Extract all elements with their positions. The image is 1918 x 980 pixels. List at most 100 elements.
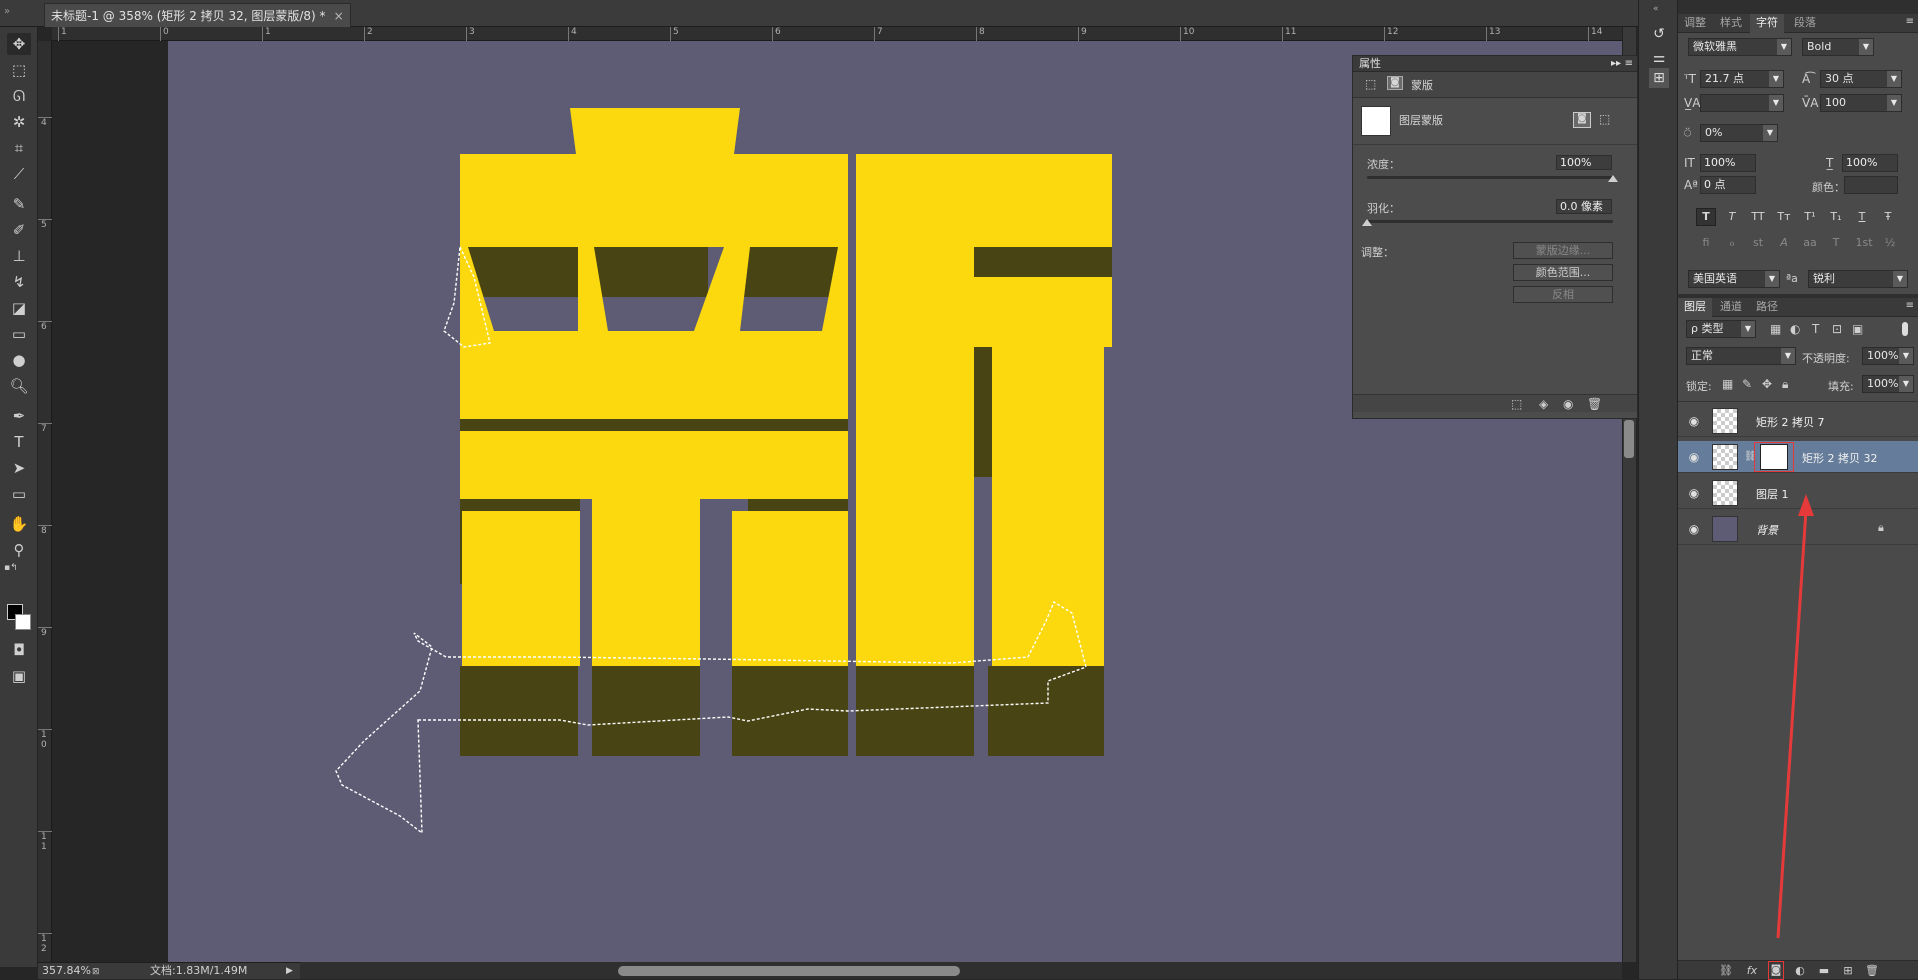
select-vector-mask-icon[interactable]: ⬚ [1599, 112, 1610, 126]
ruler-tick-label: 4 [568, 27, 577, 41]
eraser-tool-icon[interactable]: ◪ [7, 297, 31, 319]
properties-header: 属性 ▸▸ ≡ [1353, 56, 1637, 72]
density-slider-knob[interactable] [1608, 175, 1618, 182]
delete-mask-icon[interactable]: 🗑︎ [1587, 397, 1602, 411]
trash-icon[interactable]: 🗑︎ [1864, 963, 1880, 978]
ruler-tick-label: 3 [466, 27, 475, 41]
ruler-tick-label: 8 [38, 525, 52, 536]
close-tab-icon[interactable]: × [334, 9, 344, 23]
mask-info-row: 图层蒙版 ◙ ⬚ [1359, 102, 1631, 144]
dodge-tool-icon[interactable]: 🔍︎ [7, 375, 31, 397]
gradient-tool-icon[interactable]: ▭ [7, 323, 31, 345]
default-colors-icon[interactable]: ▪↰ [4, 563, 18, 573]
feather-slider-knob[interactable] [1362, 219, 1372, 226]
panel-menu-icon[interactable]: ≡ [1625, 56, 1633, 71]
link-icon[interactable]: ⛓ [1718, 963, 1734, 978]
properties-footer: ⬚ ◈ ◉ 🗑︎ [1353, 394, 1637, 412]
document-info: 文档:1.83M/1.49M [150, 964, 248, 977]
brush-tool-icon[interactable]: ✐ [7, 219, 31, 241]
history-brush-tool-icon[interactable]: ↯ [7, 271, 31, 293]
mask-type-label: 蒙版 [1411, 79, 1433, 92]
color-range-button[interactable]: 颜色范围... [1513, 264, 1613, 281]
ruler-tick-label: 7 [874, 27, 883, 41]
mask-edge-button[interactable]: 蒙版边缘... [1513, 242, 1613, 259]
clone-stamp-tool-icon[interactable]: ⊥ [7, 245, 31, 267]
annotation-arrow [1776, 494, 1814, 939]
mask-label: 图层蒙版 [1399, 114, 1443, 127]
invert-button[interactable]: 反相 [1513, 286, 1613, 303]
ruler-tick-label: 1 1 [38, 831, 52, 852]
rectangle-tool-icon[interactable]: ▭ [7, 483, 31, 505]
feather-label: 羽化： [1367, 202, 1400, 215]
visibility-toggle-icon[interactable]: ◉ [1563, 397, 1573, 411]
ruler-tick-label: 13 [1486, 27, 1500, 41]
load-selection-icon[interactable]: ⬚ [1511, 397, 1522, 411]
ruler-tick-label: 12 [1384, 27, 1398, 41]
zoom-level[interactable]: 357.84% [42, 963, 91, 979]
vertical-scroll-thumb[interactable] [1624, 420, 1634, 458]
move-tool-icon[interactable]: ✥ [7, 33, 31, 55]
right-panels: 调整 样式 字符 段落 ≡ 微软雅黑 ▼ Bold ▼ ᵀT 21.7 点 ▼ A͡ … [1678, 0, 1918, 980]
ruler-tick-label: 1 2 [38, 933, 52, 954]
path-selection-tool-icon[interactable]: ➤ [7, 457, 31, 479]
divider [1353, 144, 1637, 145]
density-label: 浓度： [1367, 158, 1400, 171]
apply-mask-icon[interactable]: ◈ [1539, 397, 1548, 411]
pen-tool-icon[interactable]: ✒ [7, 405, 31, 427]
fx-icon[interactable]: fx [1744, 963, 1760, 978]
marquee-tool-icon[interactable]: ⬚ [7, 59, 31, 81]
select-pixel-mask-icon[interactable]: ◙ [1573, 112, 1591, 128]
ruler-tick-label: 8 [976, 27, 985, 41]
status-export-icon[interactable]: ⊠ [92, 964, 100, 980]
healing-brush-tool-icon[interactable]: ✎ [7, 193, 31, 215]
density-slider-track[interactable] [1367, 176, 1613, 179]
ruler-tick-label: 9 [38, 627, 52, 638]
ruler-tick-label: 5 [38, 219, 52, 230]
ruler-tick-label: 0 [160, 27, 169, 41]
collapse-arrows-icon[interactable]: » [4, 6, 10, 17]
horizontal-scrollbar[interactable] [300, 962, 1622, 979]
ruler-tick-label: 1 0 [38, 729, 52, 750]
properties-panel-icon[interactable]: ⊞ [1649, 68, 1669, 88]
status-bar: 357.84% ⊠ 文档:1.83M/1.49M ▶ [38, 962, 300, 979]
feather-slider-track[interactable] [1367, 220, 1613, 223]
magic-wand-tool-icon[interactable]: ✲ [7, 111, 31, 133]
add-mask-icon[interactable]: ◙ [1768, 961, 1784, 980]
crop-tool-icon[interactable]: ⌗ [7, 137, 31, 159]
brush-presets-icon[interactable]: ⚌ [1649, 48, 1669, 68]
history-panel-icon[interactable]: ↺ [1649, 24, 1669, 44]
ruler-tick-label: 6 [772, 27, 781, 41]
folder-icon[interactable]: ▬ [1816, 963, 1832, 978]
panel-collapse-icon[interactable]: ▸▸ [1611, 56, 1621, 71]
vector-mask-icon[interactable]: ◙ [1387, 76, 1403, 90]
document-tab-bar: » 未标题-1 @ 358% (矩形 2 拷贝 32, 图层蒙版/8) * × [0, 0, 1675, 27]
properties-title: 属性 [1359, 57, 1381, 70]
screen-mode-icon[interactable]: ▣ [7, 665, 31, 687]
zoom-tool-icon[interactable]: ⚲ [7, 539, 31, 561]
lasso-tool-icon[interactable]: ᘏ [7, 85, 31, 107]
status-menu-arrow-icon[interactable]: ▶ [286, 963, 293, 979]
ruler-tick-label: 2 [364, 27, 373, 41]
type-tool-icon[interactable]: T [7, 431, 31, 453]
ruler-tick-label: 10 [1180, 27, 1194, 41]
ruler-tick-label: 7 [38, 423, 52, 434]
ruler-tick-label: 6 [38, 321, 52, 332]
layers-footer: ⛓ fx ◙ ◐ ▬ ⊞ 🗑︎ [1678, 960, 1918, 980]
blur-tool-icon[interactable]: ● [7, 349, 31, 371]
density-field[interactable]: 100% [1556, 155, 1612, 170]
horizontal-ruler: 1 0 1 2 3 4 5 6 7 8 9 10 11 12 13 14 [52, 27, 1622, 41]
hand-tool-icon[interactable]: ✋ [7, 513, 31, 535]
document-tab[interactable]: 未标题-1 @ 358% (矩形 2 拷贝 32, 图层蒙版/8) * × [44, 3, 351, 27]
pixel-mask-icon[interactable]: ⬚ [1365, 77, 1376, 91]
adjustment-icon[interactable]: ◐ [1792, 963, 1808, 978]
eyedropper-tool-icon[interactable]: ⟋ [7, 163, 31, 185]
new-layer-icon[interactable]: ⊞ [1840, 963, 1856, 978]
ruler-tick-label: 14 [1588, 27, 1602, 41]
feather-field[interactable]: 0.0 像素 [1556, 199, 1612, 214]
background-color-swatch[interactable] [15, 614, 31, 630]
ruler-tick-label: 5 [670, 27, 679, 41]
quick-mask-icon[interactable]: ◘ [7, 639, 31, 661]
document-tab-title: 未标题-1 @ 358% (矩形 2 拷贝 32, 图层蒙版/8) * [51, 9, 326, 23]
horizontal-scroll-thumb[interactable] [618, 966, 960, 976]
collapse-dock-icon[interactable]: « [1653, 4, 1659, 14]
